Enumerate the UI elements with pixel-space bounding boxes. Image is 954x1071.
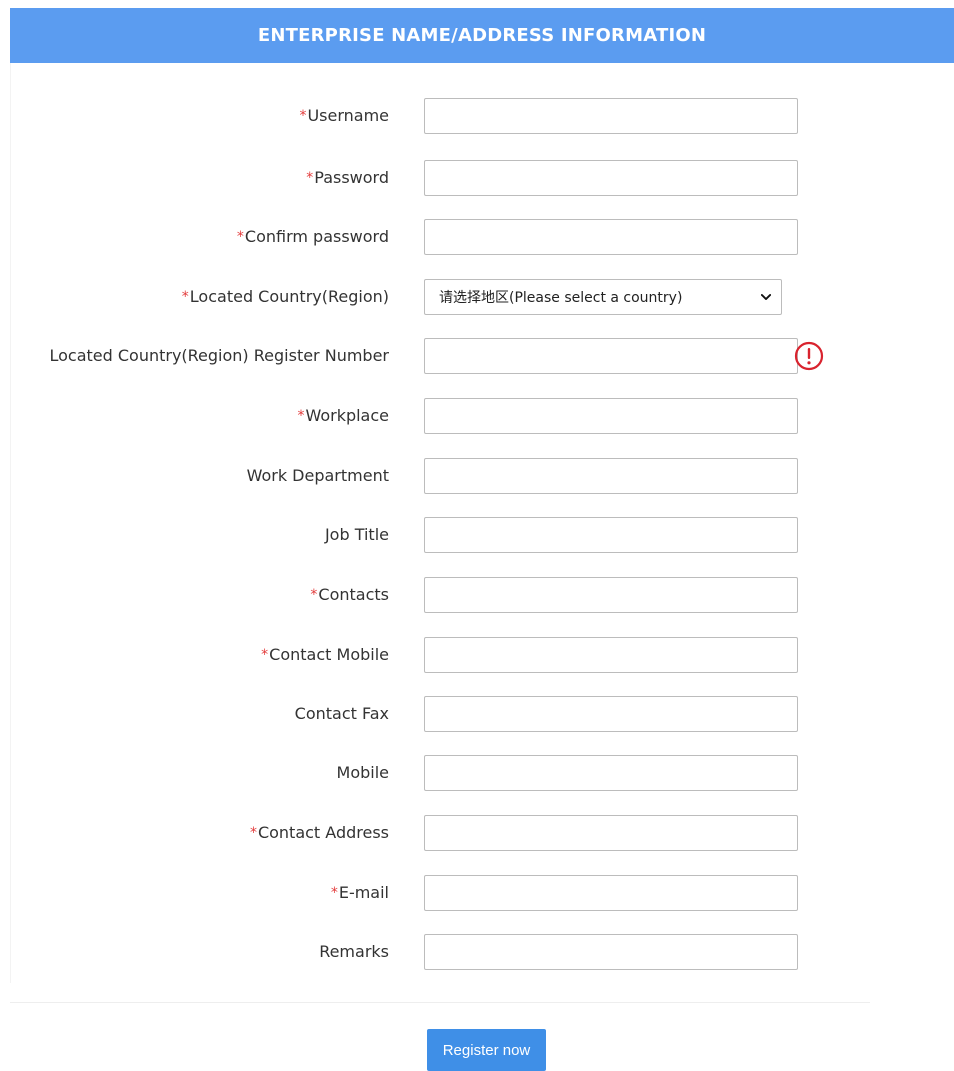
exclamation-circle-icon: [794, 341, 824, 371]
contact-mobile-input[interactable]: [424, 637, 798, 673]
contact-mobile-label: *Contact Mobile: [261, 637, 389, 673]
required-mark: *: [249, 825, 257, 841]
label-text: Contact Mobile: [269, 645, 389, 664]
label-text: Username: [307, 106, 389, 125]
label-text: Contacts: [318, 585, 389, 604]
contact-address-input[interactable]: [424, 815, 798, 851]
mobile-label: Mobile: [336, 755, 389, 791]
field-row-country: *Located Country(Region) 请选择地区(Please se…: [11, 279, 954, 315]
label-text: Located Country(Region): [189, 287, 389, 306]
field-row-email: *E-mail: [11, 875, 954, 911]
country-select[interactable]: 请选择地区(Please select a country): [424, 279, 782, 315]
label-text: Work Department: [246, 466, 389, 485]
country-label: *Located Country(Region): [182, 279, 389, 315]
confirm-password-label: *Confirm password: [237, 219, 389, 255]
remarks-input[interactable]: [424, 934, 798, 970]
username-label: *Username: [299, 98, 389, 134]
chevron-down-icon: [761, 292, 771, 302]
form-divider: [10, 1002, 870, 1003]
required-mark: *: [299, 108, 307, 124]
job-title-input[interactable]: [424, 517, 798, 553]
label-text: Mobile: [336, 763, 389, 782]
label-text: Confirm password: [244, 227, 389, 246]
email-input[interactable]: [424, 875, 798, 911]
contact-fax-input[interactable]: [424, 696, 798, 732]
register-now-button[interactable]: Register now: [427, 1029, 546, 1071]
label-text: Remarks: [319, 942, 389, 961]
password-input[interactable]: [424, 160, 798, 196]
field-row-mobile: Mobile: [11, 755, 954, 791]
label-text: Password: [314, 168, 389, 187]
country-select-value: 请选择地区(Please select a country): [439, 290, 683, 306]
work-department-input[interactable]: [424, 458, 798, 494]
remarks-label: Remarks: [318, 934, 389, 970]
field-row-remarks: Remarks: [11, 934, 954, 970]
register-number-label: Located Country(Region) Register Number: [48, 338, 389, 374]
username-input[interactable]: [424, 98, 798, 134]
registration-page: ENTERPRISE NAME/ADDRESS INFORMATION *Use…: [0, 0, 954, 1071]
field-row-contact-address: *Contact Address: [11, 815, 954, 851]
contact-fax-label: Contact Fax: [294, 696, 389, 732]
required-mark: *: [306, 170, 314, 186]
field-row-contact-mobile: *Contact Mobile: [11, 637, 954, 673]
work-department-label: Work Department: [246, 458, 389, 494]
label-text: Workplace: [305, 406, 389, 425]
label-text: Job Title: [324, 525, 389, 544]
label-text: Contact Fax: [294, 704, 389, 723]
contacts-input[interactable]: [424, 577, 798, 613]
workplace-label: *Workplace: [297, 398, 389, 434]
required-mark: *: [297, 408, 305, 424]
field-row-password: *Password: [11, 160, 954, 196]
field-row-job-title: Job Title: [11, 517, 954, 553]
confirm-password-input[interactable]: [424, 219, 798, 255]
registration-form: *Username *Password *Confirm password *L…: [10, 63, 954, 983]
workplace-input[interactable]: [424, 398, 798, 434]
section-header: ENTERPRISE NAME/ADDRESS INFORMATION: [10, 8, 954, 63]
field-row-username: *Username: [11, 98, 954, 134]
label-text: E-mail: [338, 883, 389, 902]
required-mark: *: [310, 587, 318, 603]
field-row-register-number: Located Country(Region) Register Number: [11, 338, 954, 374]
section-title: ENTERPRISE NAME/ADDRESS INFORMATION: [257, 25, 707, 46]
label-text: Located Country(Region) Register Number: [49, 346, 389, 365]
required-mark: *: [330, 885, 338, 901]
register-number-input[interactable]: [424, 338, 798, 374]
required-mark: *: [181, 289, 189, 305]
field-row-contacts: *Contacts: [11, 577, 954, 613]
email-label: *E-mail: [331, 875, 389, 911]
required-mark: *: [261, 647, 269, 663]
mobile-input[interactable]: [424, 755, 798, 791]
label-text: Contact Address: [257, 823, 389, 842]
field-row-contact-fax: Contact Fax: [11, 696, 954, 732]
job-title-label: Job Title: [324, 517, 389, 553]
field-row-confirm-password: *Confirm password: [11, 219, 954, 255]
required-mark: *: [236, 229, 244, 245]
field-row-workplace: *Workplace: [11, 398, 954, 434]
contacts-label: *Contacts: [310, 577, 389, 613]
password-label: *Password: [306, 160, 389, 196]
contact-address-label: *Contact Address: [250, 815, 389, 851]
field-row-work-department: Work Department: [11, 458, 954, 494]
